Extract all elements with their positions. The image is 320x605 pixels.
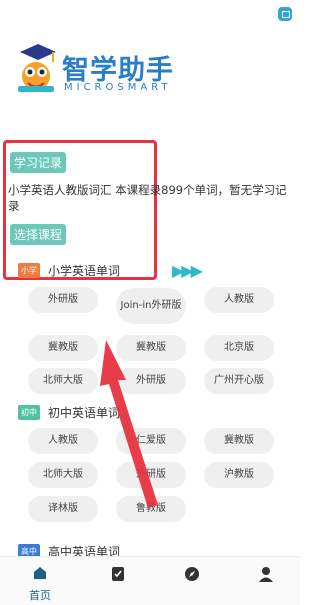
course-chip[interactable]: 北师大版 — [28, 462, 98, 488]
course-chip[interactable]: 北师大版 — [28, 368, 98, 394]
nav-discover[interactable] — [172, 565, 212, 587]
app-menu-icon[interactable] — [278, 7, 292, 21]
section-tag: 初中 — [18, 405, 40, 420]
section-title[interactable]: 小学英语单词 — [48, 264, 120, 278]
course-chip[interactable]: 冀教版 — [28, 335, 98, 361]
course-chip[interactable]: 冀教版 — [204, 428, 274, 454]
annotation-arrow — [100, 340, 158, 508]
course-chip[interactable]: 北京版 — [204, 335, 274, 361]
select-course-button[interactable]: 选择课程 — [10, 224, 67, 245]
user-icon — [259, 567, 273, 582]
home-icon — [34, 567, 46, 579]
nav-home-label: 首页 — [29, 589, 51, 602]
course-chip[interactable]: 沪教版 — [204, 462, 274, 488]
app-subtitle: MICROSMART — [64, 82, 172, 93]
nav-profile[interactable] — [246, 565, 286, 587]
course-chip[interactable]: 外研版 — [28, 287, 98, 313]
mascot-icon — [18, 44, 56, 92]
course-chip[interactable]: 译林版 — [28, 496, 98, 522]
compass-icon — [185, 567, 199, 581]
section-primary: 小学 小学英语单词 — [18, 262, 120, 279]
study-record-button[interactable]: 学习记录 — [10, 152, 67, 173]
course-chip[interactable]: 人教版 — [204, 287, 274, 313]
nav-home[interactable]: 首页 — [20, 565, 60, 603]
course-chip[interactable]: Join-in外研版 — [116, 288, 186, 324]
book-icon — [112, 567, 124, 581]
course-chip[interactable]: 人教版 — [28, 428, 98, 454]
chevron-right-icon: ▶▶▶ — [172, 261, 203, 280]
section-tag: 小学 — [18, 263, 40, 278]
bottom-nav: 首页 — [0, 556, 300, 605]
app-logo: 智学助手 MICROSMART — [12, 42, 182, 98]
course-description: 小学英语人教版词汇 本课程录899个单词，暂无学习记录 — [8, 183, 287, 213]
nav-book[interactable] — [98, 565, 138, 587]
course-chip[interactable]: 广州开心版 — [204, 368, 274, 394]
